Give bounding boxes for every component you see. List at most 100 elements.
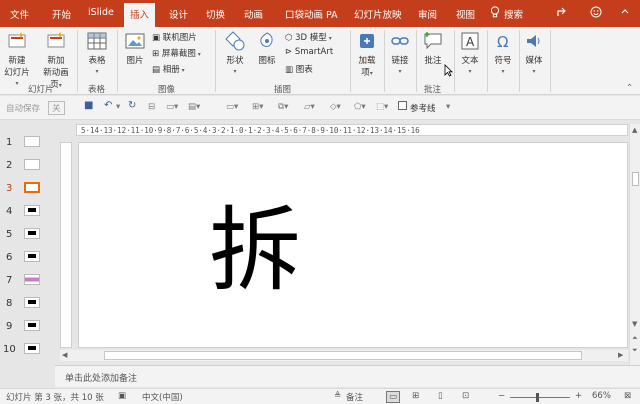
thumbnail-10[interactable]: 10 bbox=[0, 340, 55, 362]
tab-islide[interactable]: iSlide bbox=[88, 7, 114, 18]
notes-toggle-icon[interactable]: ≜ bbox=[334, 391, 341, 401]
tab-slideshow[interactable]: 幻灯片放映 bbox=[354, 7, 402, 21]
slideshow-icon[interactable]: ⊡ bbox=[462, 391, 469, 401]
symbols-button[interactable]: Ω 符号 ▾ bbox=[490, 30, 516, 76]
thumbnail-3[interactable]: 3 bbox=[0, 179, 55, 201]
search-label[interactable]: 搜索 bbox=[504, 7, 523, 21]
tab-review[interactable]: 审阅 bbox=[418, 7, 437, 21]
scroll-left-icon[interactable]: ◀ bbox=[62, 351, 67, 359]
outline-qat-icon[interactable]: ⬠▾ bbox=[354, 102, 366, 112]
notes-toggle[interactable]: 备注 bbox=[346, 391, 363, 403]
smartart-button[interactable]: ⊳ SmartArt bbox=[285, 47, 333, 57]
undo-icon[interactable]: ↶ bbox=[104, 100, 112, 111]
tab-design[interactable]: 设计 bbox=[169, 7, 188, 21]
3d-model-button[interactable]: ⬡ 3D 模型 ▾ bbox=[285, 31, 332, 43]
vertical-scrollbar[interactable]: ▲ ▼ ⏶ ⏷ bbox=[629, 124, 640, 365]
thumbnail-7[interactable]: 7 bbox=[0, 271, 55, 293]
thumbnail-image bbox=[24, 228, 40, 239]
online-picture-button[interactable]: ▣ 联机图片 bbox=[152, 31, 197, 43]
textbox-qat-icon[interactable]: ▭▾ bbox=[226, 102, 238, 112]
picture-label: 图片 bbox=[126, 56, 144, 66]
effects-qat-icon[interactable]: ⬚▾ bbox=[376, 102, 388, 112]
scroll-up-icon[interactable]: ▲ bbox=[632, 126, 637, 134]
online-picture-icon: ▣ bbox=[152, 33, 161, 43]
language-indicator[interactable]: 中文(中国) bbox=[142, 391, 183, 403]
guides-checkbox[interactable] bbox=[398, 101, 407, 110]
text-box-icon: A bbox=[461, 32, 479, 50]
share-icon[interactable] bbox=[556, 6, 568, 21]
text-button[interactable]: A 文本 ▾ bbox=[457, 30, 483, 76]
scroll-down-icon[interactable]: ▼ bbox=[632, 320, 637, 328]
addins-button[interactable]: 加载 项▾ bbox=[354, 30, 380, 78]
reading-view-icon[interactable]: ▯ bbox=[438, 391, 443, 401]
fill-qat-icon[interactable]: ◇▾ bbox=[330, 102, 341, 112]
fit-slide-icon[interactable]: ⊠ bbox=[624, 391, 631, 401]
chart-button[interactable]: ▥ 图表 bbox=[285, 63, 313, 75]
new-slide-button[interactable]: 新建 幻灯片▾ bbox=[4, 30, 30, 88]
horizontal-scrollbar[interactable]: ◀ ▶ bbox=[60, 350, 628, 361]
tab-transitions[interactable]: 切换 bbox=[206, 7, 225, 21]
thumbnail-2[interactable]: 2 bbox=[0, 156, 55, 178]
photo-album-button[interactable]: ▤ 相册 ▾ bbox=[152, 63, 185, 75]
present-icon[interactable]: ⊟ bbox=[148, 102, 155, 112]
comment-button[interactable]: 批注 bbox=[420, 30, 446, 66]
normal-view-icon[interactable]: ▭ bbox=[386, 391, 401, 403]
customize-qat-icon[interactable]: ▾ bbox=[446, 102, 450, 112]
thumbnail-5[interactable]: 5 bbox=[0, 225, 55, 247]
slide-text[interactable]: 拆 bbox=[209, 205, 301, 297]
links-button[interactable]: 链接 ▾ bbox=[387, 30, 413, 76]
tab-pocket-animation[interactable]: 口袋动画 PA bbox=[285, 7, 338, 21]
thumbnail-9[interactable]: 9 bbox=[0, 317, 55, 339]
autosave-toggle[interactable]: 关 bbox=[48, 101, 65, 115]
new-slide-qat-icon[interactable]: ▭▾ bbox=[166, 102, 178, 112]
speaker-icon bbox=[527, 35, 540, 47]
picture-button[interactable]: 图片 bbox=[122, 30, 148, 66]
autosave-state: 关 bbox=[52, 104, 61, 114]
slide-canvas[interactable]: 拆 bbox=[78, 142, 628, 348]
autosave-label: 自动保存 bbox=[6, 104, 41, 114]
smiley-icon[interactable] bbox=[590, 6, 602, 21]
screenshot-button[interactable]: ⊞ 屏幕截图 ▾ bbox=[152, 47, 201, 59]
zoom-slider-knob[interactable] bbox=[536, 393, 539, 402]
horizontal-scroll-thumb[interactable] bbox=[104, 351, 582, 360]
ribbon-collapse-icon[interactable] bbox=[620, 6, 630, 21]
zoom-slider-track[interactable] bbox=[510, 397, 570, 398]
undo-dropdown-icon[interactable]: ▾ bbox=[116, 102, 120, 112]
thumbnail-6[interactable]: 6 bbox=[0, 248, 55, 270]
slide-sorter-icon[interactable]: ⊞ bbox=[412, 391, 419, 401]
layout-qat-icon[interactable]: ▤▾ bbox=[188, 102, 200, 112]
tab-animations[interactable]: 动画 bbox=[244, 7, 263, 21]
align-qat-icon[interactable]: ⊞▾ bbox=[252, 102, 263, 112]
redo-icon[interactable]: ↻ bbox=[128, 100, 136, 111]
ribbon-pin-icon[interactable]: ⌃ bbox=[626, 83, 633, 93]
tab-file[interactable]: 文件 bbox=[10, 7, 29, 21]
thumbnail-number: 4 bbox=[6, 206, 13, 217]
new-animation-page-button[interactable]: 新加 新动画页▾ bbox=[40, 30, 72, 90]
arrange-qat-icon[interactable]: ⧉▾ bbox=[278, 102, 288, 112]
save-icon[interactable]: ■ bbox=[84, 100, 93, 111]
table-button[interactable]: 表格 ▾ bbox=[84, 30, 110, 76]
tab-home[interactable]: 开始 bbox=[52, 7, 71, 21]
thumbnail-4[interactable]: 4 bbox=[0, 202, 55, 224]
slide-counter: 幻灯片 第 3 张，共 10 张 bbox=[6, 393, 104, 403]
zoom-level[interactable]: 66% bbox=[592, 391, 611, 401]
shapes-button[interactable]: 形状 ▾ bbox=[222, 30, 248, 76]
scroll-right-icon[interactable]: ▶ bbox=[618, 351, 623, 359]
zoom-out-icon[interactable]: − bbox=[498, 391, 505, 401]
thumbnail-1[interactable]: 1 bbox=[0, 133, 55, 155]
prev-slide-icon[interactable]: ⏶ bbox=[632, 334, 638, 343]
text-label: 文本 bbox=[461, 56, 479, 66]
media-button[interactable]: 媒体 ▾ bbox=[521, 30, 547, 76]
spellcheck-icon[interactable]: ▣ bbox=[118, 391, 126, 401]
lightbulb-icon[interactable] bbox=[490, 6, 500, 21]
notes-pane[interactable]: 单击此处添加备注 bbox=[55, 365, 640, 387]
tab-insert[interactable]: 插入 bbox=[124, 3, 156, 27]
group-label-images: 图像 bbox=[158, 85, 176, 95]
thumbnail-8[interactable]: 8 bbox=[0, 294, 55, 316]
icons-button[interactable]: 图标 bbox=[254, 30, 280, 66]
zoom-in-icon[interactable]: + bbox=[575, 391, 582, 401]
shape-qat-icon[interactable]: ▱▾ bbox=[304, 102, 315, 112]
vertical-scroll-thumb[interactable] bbox=[632, 172, 639, 186]
tab-view[interactable]: 视图 bbox=[456, 7, 475, 21]
next-slide-icon[interactable]: ⏷ bbox=[632, 346, 638, 355]
